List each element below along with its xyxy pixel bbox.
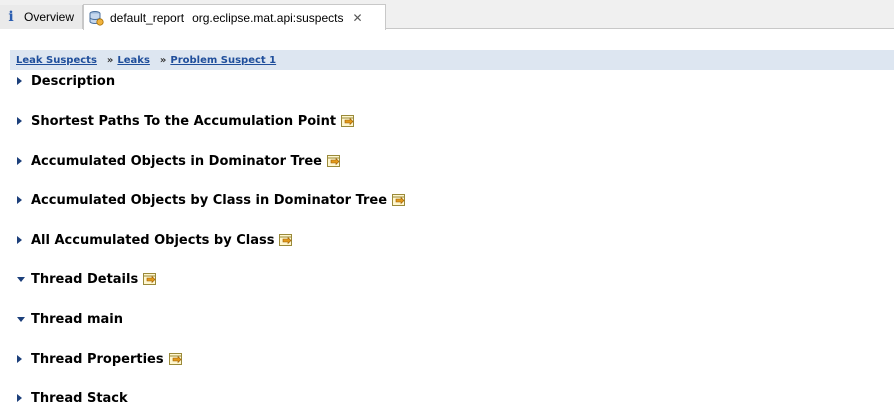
breadcrumb-separator: »	[106, 54, 114, 66]
section-title: All Accumulated Objects by Class	[31, 232, 275, 248]
breadcrumb-leaks[interactable]: Leaks	[117, 55, 150, 66]
collapsed-arrow-icon[interactable]	[16, 350, 31, 368]
section-title: Accumulated Objects in Dominator Tree	[31, 153, 322, 169]
section-title: Description	[31, 73, 116, 89]
close-icon[interactable]: ✕	[352, 11, 362, 25]
section-accumulated-dominator[interactable]: Accumulated Objects in Dominator Tree	[16, 152, 342, 170]
tab-overview[interactable]: i Overview	[0, 5, 83, 29]
info-icon: i	[8, 9, 14, 25]
section-title: Accumulated Objects by Class in Dominato…	[31, 192, 388, 208]
tab-report-sublabel: org.eclipse.mat.api:suspects	[192, 10, 344, 25]
collapsed-arrow-icon[interactable]	[16, 112, 31, 130]
section-shortest-paths[interactable]: Shortest Paths To the Accumulation Point	[16, 112, 356, 130]
open-query-icon[interactable]	[326, 153, 342, 169]
section-accumulated-by-class-dominator[interactable]: Accumulated Objects by Class in Dominato…	[16, 191, 407, 209]
breadcrumb: Leak Suspects » Leaks » Problem Suspect …	[10, 50, 894, 70]
breadcrumb-separator: »	[159, 54, 167, 66]
section-thread-properties[interactable]: Thread Properties	[16, 350, 184, 368]
open-query-icon[interactable]	[278, 232, 294, 248]
section-thread-details[interactable]: Thread Details	[16, 270, 158, 288]
collapsed-arrow-icon[interactable]	[16, 72, 31, 90]
open-query-icon[interactable]	[168, 351, 184, 367]
section-description[interactable]: Description	[16, 72, 115, 90]
breadcrumb-problem-suspect-1[interactable]: Problem Suspect 1	[170, 55, 276, 66]
collapsed-arrow-icon[interactable]	[16, 389, 31, 407]
database-icon	[89, 10, 104, 26]
section-all-accumulated-by-class[interactable]: All Accumulated Objects by Class	[16, 231, 294, 249]
tab-default-report[interactable]: default_report org.eclipse.mat.api:suspe…	[83, 4, 386, 30]
breadcrumb-leak-suspects[interactable]: Leak Suspects	[16, 55, 97, 66]
open-query-icon[interactable]	[142, 271, 158, 287]
section-title: Thread Stack	[31, 390, 128, 406]
section-title: Thread Properties	[31, 351, 164, 367]
section-thread-main[interactable]: Thread main	[16, 310, 123, 328]
open-query-icon[interactable]	[391, 192, 407, 208]
expanded-arrow-icon[interactable]	[16, 310, 31, 328]
open-query-icon[interactable]	[340, 113, 356, 129]
collapsed-arrow-icon[interactable]	[16, 191, 31, 209]
collapsed-arrow-icon[interactable]	[16, 231, 31, 249]
collapsed-arrow-icon[interactable]	[16, 152, 31, 170]
expanded-arrow-icon[interactable]	[16, 270, 31, 288]
section-thread-stack[interactable]: Thread Stack	[16, 389, 128, 407]
tab-overview-label: Overview	[24, 10, 75, 24]
section-title: Thread main	[31, 311, 123, 327]
editor-tab-strip: i Overview default_report org.eclipse.ma…	[0, 0, 894, 30]
section-title: Thread Details	[31, 271, 139, 287]
section-title: Shortest Paths To the Accumulation Point	[31, 113, 337, 129]
tab-report-label: default_report	[110, 10, 185, 25]
